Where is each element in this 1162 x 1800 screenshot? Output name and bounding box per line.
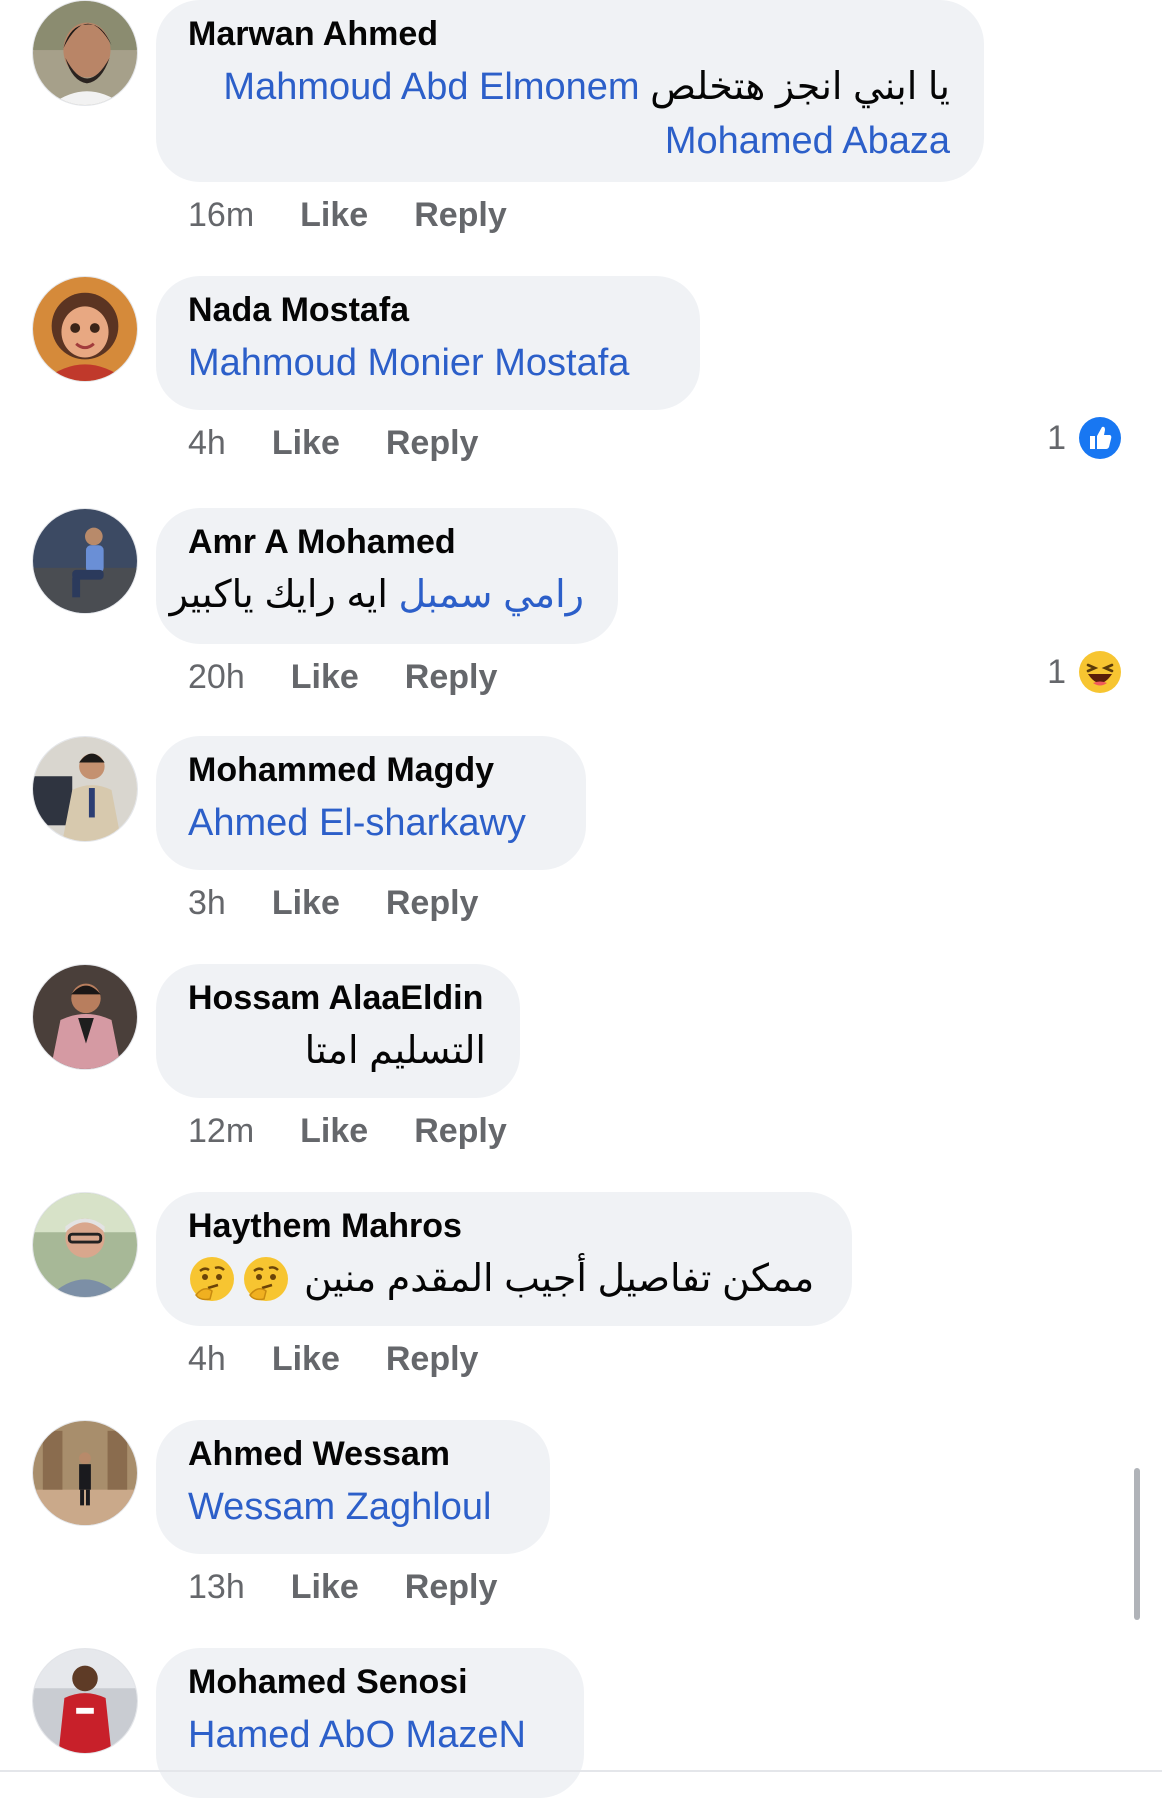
divider: [0, 1770, 1162, 1772]
comment-actions: 20h Like Reply: [188, 658, 543, 697]
comment-bubble: Mohamed Senosi Hamed AbO MazeN: [156, 1648, 584, 1798]
comment-text: ممكن تفاصيل أجيب المقدم منين: [304, 1258, 815, 1300]
comment-time[interactable]: 20h: [188, 658, 245, 697]
reply-button[interactable]: Reply: [386, 424, 479, 463]
avatar-image: [33, 1421, 137, 1525]
avatar[interactable]: [32, 0, 138, 106]
comment-bubble: Mohammed Magdy Ahmed El-sharkawy: [156, 736, 586, 870]
like-button[interactable]: Like: [291, 658, 359, 697]
avatar[interactable]: [32, 964, 138, 1070]
avatar-image: [33, 965, 137, 1069]
comment-actions: 16m Like Reply: [188, 196, 553, 235]
thinking-face-icon: [188, 1255, 236, 1303]
comment-actions: 4h Like Reply: [188, 1340, 524, 1379]
comment-author[interactable]: Haythem Mahros: [188, 1204, 818, 1248]
avatar[interactable]: [32, 276, 138, 382]
comment-actions: 3h Like Reply: [188, 884, 524, 923]
comment-time[interactable]: 13h: [188, 1568, 245, 1607]
comment-author[interactable]: Marwan Ahmed: [188, 12, 950, 56]
comment-body: رامي سمبل ايه رايك ياكبير: [170, 568, 584, 622]
comment-text: التسليم امتا: [304, 1030, 486, 1072]
comment-time[interactable]: 4h: [188, 424, 226, 463]
avatar[interactable]: [32, 1648, 138, 1754]
comment-author[interactable]: Nada Mostafa: [188, 288, 666, 332]
like-button[interactable]: Like: [272, 424, 340, 463]
comment-bubble: Nada Mostafa Mahmoud Monier Mostafa: [156, 276, 700, 410]
comment-bubble: Hossam AlaaEldin التسليم امتا: [156, 964, 520, 1098]
reply-button[interactable]: Reply: [414, 196, 507, 235]
mention-link[interactable]: Mahmoud Abd Elmonem: [223, 66, 639, 108]
mention-link[interactable]: رامي سمبل: [398, 574, 584, 616]
comment-time[interactable]: 12m: [188, 1112, 254, 1151]
avatar[interactable]: [32, 508, 138, 614]
comment-body: يا ابني انجز هتخلص Mahmoud Abd Elmonem: [188, 60, 950, 114]
mention-link[interactable]: Mahmoud Monier Mostafa: [188, 336, 666, 390]
avatar-image: [33, 1649, 137, 1753]
like-button[interactable]: Like: [300, 1112, 368, 1151]
comment-author[interactable]: Amr A Mohamed: [188, 520, 584, 564]
comment-author[interactable]: Ahmed Wessam: [188, 1432, 516, 1476]
reaction-count: 1: [1047, 652, 1066, 691]
comment-actions: 4h Like Reply: [188, 424, 524, 463]
avatar[interactable]: [32, 736, 138, 842]
comment-author[interactable]: Mohamed Senosi: [188, 1660, 550, 1704]
like-button[interactable]: Like: [291, 1568, 359, 1607]
avatar-image: [33, 277, 137, 381]
comment-bubble: Amr A Mohamed رامي سمبل ايه رايك ياكبير: [156, 508, 618, 644]
reply-button[interactable]: Reply: [414, 1112, 507, 1151]
comment-bubble: Marwan Ahmed يا ابني انجز هتخلص Mahmoud …: [156, 0, 984, 182]
avatar-image: [33, 1, 137, 105]
comments-list: Marwan Ahmed يا ابني انجز هتخلص Mahmoud …: [0, 0, 1162, 1800]
like-button[interactable]: Like: [272, 884, 340, 923]
scrollbar[interactable]: [1134, 1468, 1140, 1620]
reply-button[interactable]: Reply: [405, 1568, 498, 1607]
like-button[interactable]: Like: [272, 1340, 340, 1379]
avatar-image: [33, 509, 137, 613]
avatar[interactable]: [32, 1192, 138, 1298]
reply-button[interactable]: Reply: [405, 658, 498, 697]
haha-reaction-icon: [1078, 650, 1122, 694]
comment-actions: 13h Like Reply: [188, 1568, 543, 1607]
comment-bubble: Haythem Mahros ممكن تفاصيل أجيب المقدم م…: [156, 1192, 852, 1326]
like-button[interactable]: Like: [300, 196, 368, 235]
comment-text: ايه رايك ياكبير: [169, 574, 388, 616]
comment-time[interactable]: 4h: [188, 1340, 226, 1379]
comment-author[interactable]: Mohammed Magdy: [188, 748, 552, 792]
like-reaction-icon: [1078, 416, 1122, 460]
mention-link[interactable]: Wessam Zaghloul: [188, 1480, 516, 1534]
comment-time[interactable]: 16m: [188, 196, 254, 235]
comment-bubble: Ahmed Wessam Wessam Zaghloul: [156, 1420, 550, 1554]
avatar-image: [33, 1193, 137, 1297]
avatar[interactable]: [32, 1420, 138, 1526]
avatar-image: [33, 737, 137, 841]
mention-link[interactable]: Ahmed El-sharkawy: [188, 796, 552, 850]
reaction-count: 1: [1047, 418, 1066, 457]
comment-actions: 12m Like Reply: [188, 1112, 553, 1151]
comment-text: يا ابني انجز هتخلص: [650, 66, 950, 108]
mention-link[interactable]: Hamed AbO MazeN: [188, 1708, 550, 1762]
reaction-summary[interactable]: 1: [1047, 650, 1122, 694]
reply-button[interactable]: Reply: [386, 884, 479, 923]
reply-button[interactable]: Reply: [386, 1340, 479, 1379]
comment-author[interactable]: Hossam AlaaEldin: [188, 976, 486, 1020]
reaction-summary[interactable]: 1: [1047, 416, 1122, 460]
comment-time[interactable]: 3h: [188, 884, 226, 923]
thinking-face-icon: [242, 1255, 290, 1303]
mention-link[interactable]: Mohamed Abaza: [188, 114, 950, 168]
comment-body: ممكن تفاصيل أجيب المقدم منين: [188, 1252, 818, 1306]
